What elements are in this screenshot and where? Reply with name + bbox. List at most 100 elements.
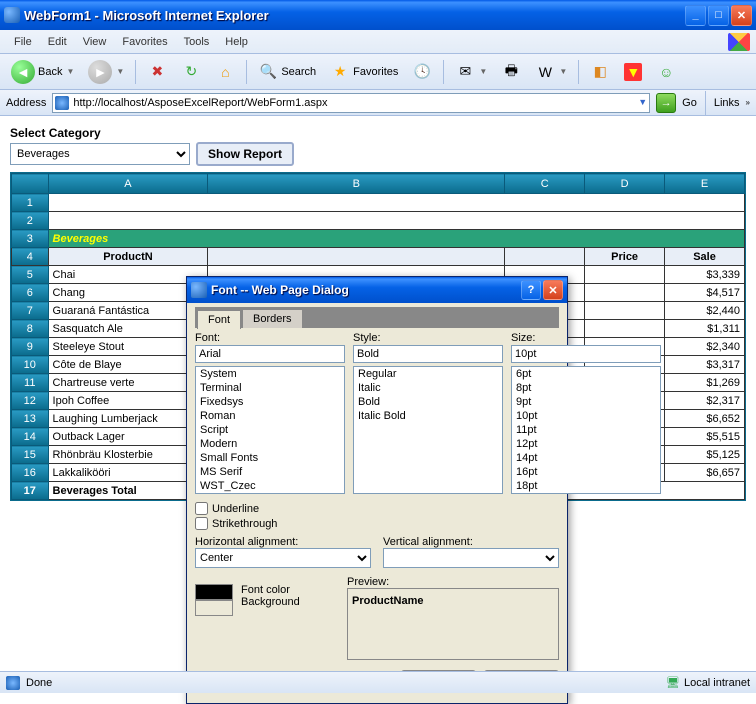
row-header[interactable]: 13 (12, 410, 49, 428)
cell-name[interactable]: Chang (48, 284, 208, 302)
row-header[interactable]: 12 (12, 392, 49, 410)
ext1-button[interactable]: ◧ (585, 59, 615, 85)
row-header[interactable]: 17 (12, 482, 49, 500)
dialog-close-button[interactable]: ✕ (543, 280, 563, 300)
header-sale[interactable]: Sale (665, 248, 745, 266)
cell-name[interactable]: Ipoh Coffee (48, 392, 208, 410)
header-productname[interactable]: ProductN (48, 248, 208, 266)
mail-button[interactable]: ✉▼ (450, 59, 492, 85)
minimize-button[interactable]: _ (685, 5, 706, 26)
show-report-button[interactable]: Show Report (196, 142, 294, 166)
category-select[interactable]: Beverages (10, 143, 190, 165)
row-header[interactable]: 4 (12, 248, 49, 266)
menu-favorites[interactable]: Favorites (114, 33, 175, 51)
favorites-button[interactable]: ★Favorites (325, 59, 403, 85)
row-header[interactable]: 1 (12, 194, 49, 212)
list-item[interactable]: Italic Bold (354, 409, 502, 423)
cell-name[interactable]: Chartreuse verte (48, 374, 208, 392)
col-header-b[interactable]: B (208, 174, 505, 194)
list-item[interactable]: Modern (196, 437, 344, 451)
home-button[interactable]: ⌂ (210, 59, 240, 85)
menu-edit[interactable]: Edit (40, 33, 75, 51)
style-listbox[interactable]: RegularItalicBoldItalic Bold (353, 366, 503, 494)
links-label[interactable]: Links (714, 97, 740, 109)
menu-help[interactable]: Help (217, 33, 256, 51)
header-price[interactable]: Price (585, 248, 665, 266)
cell-sale[interactable]: $2,317 (665, 392, 745, 410)
cell-name[interactable]: Laughing Lumberjack (48, 410, 208, 428)
underline-checkbox[interactable]: Underline (195, 502, 559, 515)
cell-name[interactable]: Lakkalikööri (48, 464, 208, 482)
size-listbox[interactable]: 6pt8pt9pt10pt11pt12pt14pt16pt18pt (511, 366, 661, 494)
cell-sale[interactable]: $3,317 (665, 356, 745, 374)
cell-sale[interactable]: $6,657 (665, 464, 745, 482)
menu-tools[interactable]: Tools (176, 33, 218, 51)
row-header[interactable]: 3 (12, 230, 49, 248)
cell-sale[interactable]: $2,440 (665, 302, 745, 320)
row-header[interactable]: 15 (12, 446, 49, 464)
style-input[interactable] (353, 345, 503, 363)
stop-button[interactable]: ✖ (142, 59, 172, 85)
cell-sale[interactable]: $5,515 (665, 428, 745, 446)
row-header[interactable]: 10 (12, 356, 49, 374)
cell-sale[interactable]: $4,517 (665, 284, 745, 302)
list-item[interactable]: 10pt (512, 409, 660, 423)
list-item[interactable]: WST_Czec (196, 479, 344, 493)
col-header-e[interactable]: E (665, 174, 745, 194)
maximize-button[interactable]: □ (708, 5, 729, 26)
row-header[interactable]: 5 (12, 266, 49, 284)
cell-name[interactable]: Côte de Blaye (48, 356, 208, 374)
font-listbox[interactable]: SystemTerminalFixedsysRomanScriptModernS… (195, 366, 345, 494)
messenger-button[interactable]: ☺ (651, 59, 681, 85)
list-item[interactable]: Roman (196, 409, 344, 423)
list-item[interactable]: 11pt (512, 423, 660, 437)
row-header[interactable]: 7 (12, 302, 49, 320)
list-item[interactable]: 9pt (512, 395, 660, 409)
edit-button[interactable]: W▼ (530, 59, 572, 85)
list-item[interactable]: Terminal (196, 381, 344, 395)
cell-sale[interactable]: $3,339 (665, 266, 745, 284)
valign-select[interactable] (383, 548, 559, 568)
font-color-swatch[interactable] (195, 584, 233, 600)
list-item[interactable]: 6pt (512, 367, 660, 381)
list-item[interactable]: Regular (354, 367, 502, 381)
list-item[interactable]: 14pt (512, 451, 660, 465)
ext2-button[interactable]: ▼ (619, 60, 647, 84)
row-header[interactable]: 11 (12, 374, 49, 392)
row-header[interactable]: 14 (12, 428, 49, 446)
dialog-titlebar[interactable]: Font -- Web Page Dialog ? ✕ (187, 277, 567, 303)
list-item[interactable]: 12pt (512, 437, 660, 451)
font-input[interactable] (195, 345, 345, 363)
back-button[interactable]: ◄ Back ▼ (6, 57, 79, 87)
list-item[interactable]: Bold (354, 395, 502, 409)
list-item[interactable]: Small Fonts (196, 451, 344, 465)
cell-sale[interactable]: $1,311 (665, 320, 745, 338)
cell-sale[interactable]: $1,269 (665, 374, 745, 392)
menu-file[interactable]: File (6, 33, 40, 51)
cell-name[interactable]: Rhönbräu Klosterbie (48, 446, 208, 464)
row-header[interactable]: 2 (12, 212, 49, 230)
row-header[interactable]: 9 (12, 338, 49, 356)
cell-name[interactable]: Steeleye Stout (48, 338, 208, 356)
list-item[interactable]: 18pt (512, 479, 660, 493)
list-item[interactable]: 8pt (512, 381, 660, 395)
go-button[interactable]: → (656, 93, 676, 113)
halign-select[interactable]: Center (195, 548, 371, 568)
cell-name[interactable]: Chai (48, 266, 208, 284)
search-button[interactable]: 🔍Search (253, 59, 321, 85)
chevron-down-icon[interactable]: ▼ (638, 97, 647, 107)
cell-name[interactable]: Guaraná Fantástica (48, 302, 208, 320)
cell-name[interactable]: Sasquatch Ale (48, 320, 208, 338)
list-item[interactable]: System (196, 367, 344, 381)
list-item[interactable]: 16pt (512, 465, 660, 479)
cell-sale[interactable]: $2,340 (665, 338, 745, 356)
menu-view[interactable]: View (75, 33, 115, 51)
cell-name[interactable]: Outback Lager (48, 428, 208, 446)
help-button[interactable]: ? (521, 280, 541, 300)
row-header[interactable]: 6 (12, 284, 49, 302)
col-header-c[interactable]: C (505, 174, 585, 194)
list-item[interactable]: Fixedsys (196, 395, 344, 409)
address-input[interactable] (52, 93, 650, 113)
row-header[interactable]: 8 (12, 320, 49, 338)
background-swatch[interactable] (195, 600, 233, 616)
